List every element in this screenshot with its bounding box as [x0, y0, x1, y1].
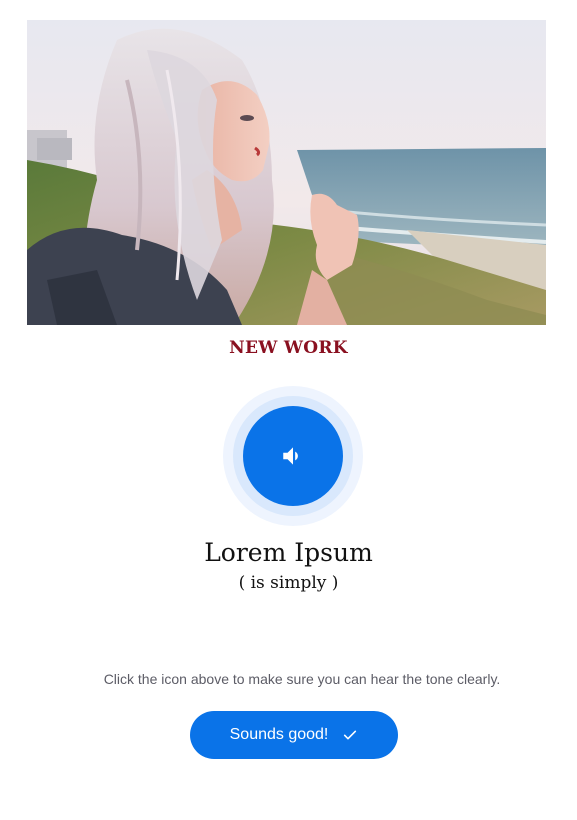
play-tone-button[interactable]	[243, 406, 343, 506]
subtitle: ( is simply )	[238, 573, 339, 593]
sounds-good-label: Sounds good!	[229, 726, 329, 743]
title: Lorem Ipsum	[204, 538, 373, 567]
hero-image	[27, 20, 546, 325]
speaker-icon	[280, 443, 306, 469]
sounds-good-button[interactable]: Sounds good!	[190, 711, 398, 759]
section-title: NEW WORK	[229, 338, 348, 358]
check-icon	[342, 727, 358, 743]
instructions-text: Click the icon above to make sure you ca…	[103, 671, 501, 687]
